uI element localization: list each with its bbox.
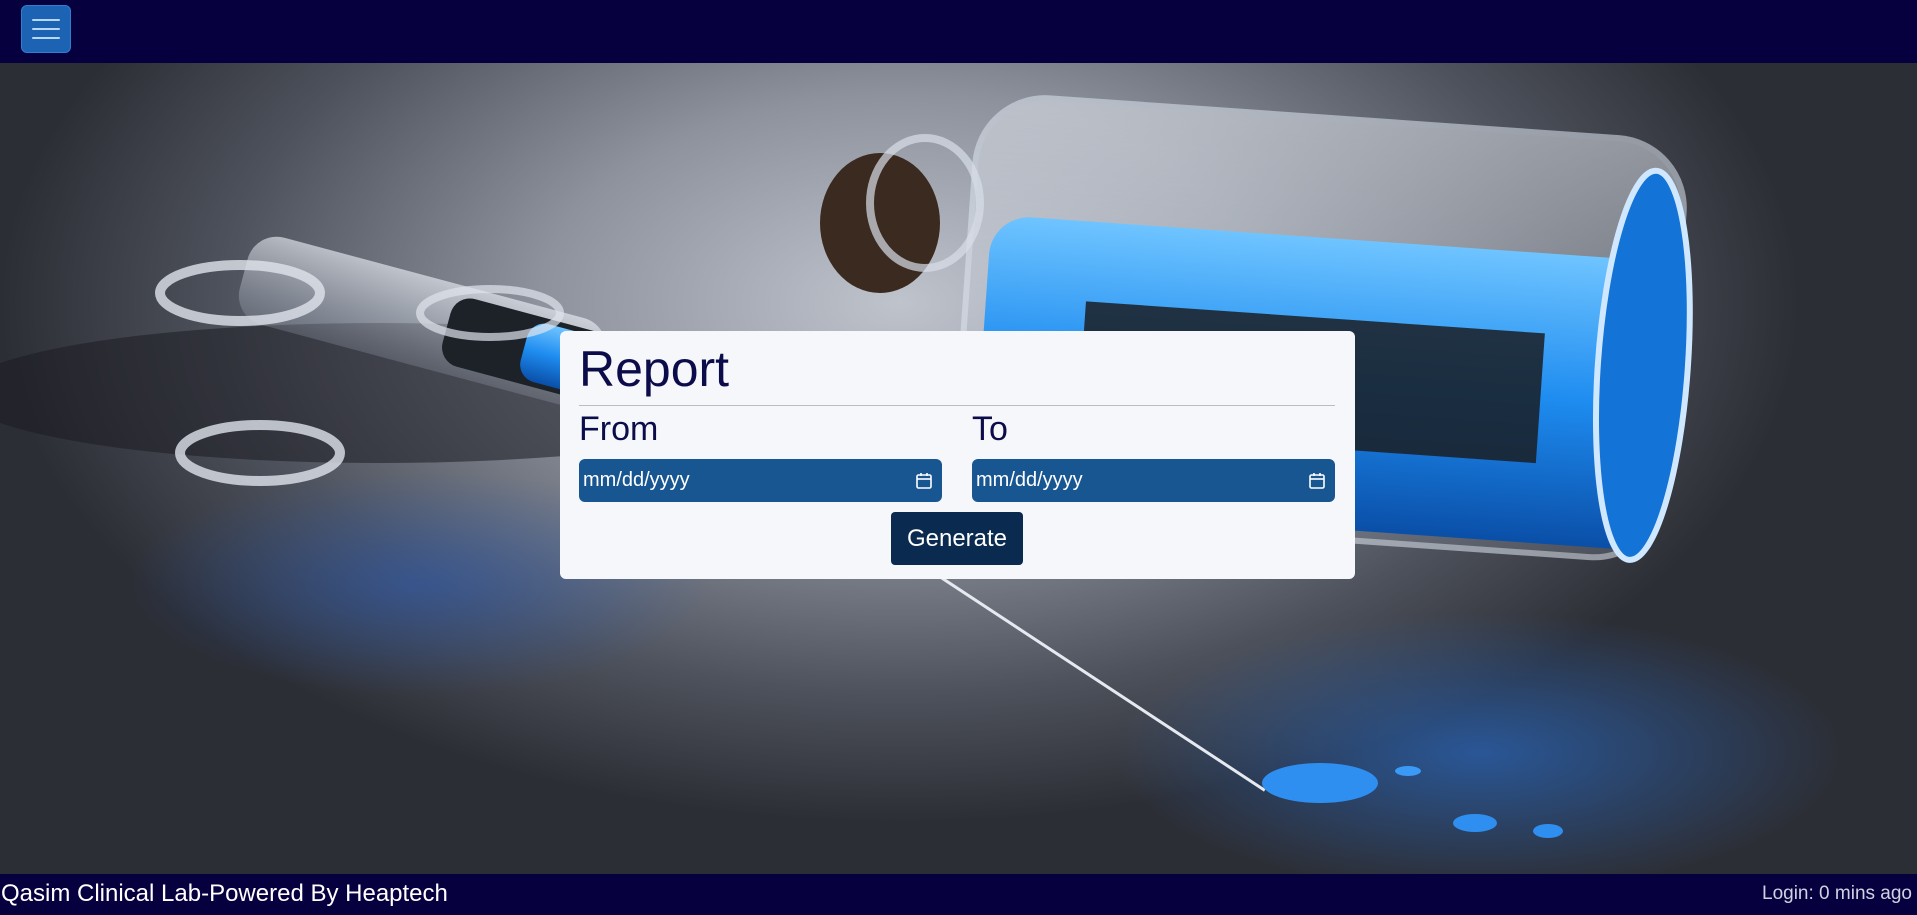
from-label: From [579, 410, 659, 448]
to-label: To [972, 410, 1008, 448]
hamburger-menu-icon[interactable] [21, 5, 71, 53]
footer: Qasim Clinical Lab-Powered By Heaptech L… [0, 874, 1917, 915]
from-date-value: mm/dd/yyyy [583, 469, 690, 491]
page-title: Report [579, 341, 730, 397]
from-date-input[interactable]: mm/dd/yyyy [579, 459, 942, 502]
background-image: Report From To mm/dd/yyyy mm/dd/yyyy Gen… [0, 63, 1917, 874]
calendar-icon[interactable] [1307, 471, 1327, 491]
to-date-input[interactable]: mm/dd/yyyy [972, 459, 1335, 502]
calendar-icon[interactable] [914, 471, 934, 491]
to-date-value: mm/dd/yyyy [976, 469, 1083, 491]
top-navbar [0, 0, 1917, 63]
report-panel: Report From To mm/dd/yyyy mm/dd/yyyy Gen… [560, 331, 1355, 579]
generate-button[interactable]: Generate [891, 512, 1023, 565]
footer-brand: Qasim Clinical Lab-Powered By Heaptech [1, 880, 448, 907]
login-status: Login: 0 mins ago [1762, 883, 1912, 904]
title-divider [579, 405, 1335, 406]
